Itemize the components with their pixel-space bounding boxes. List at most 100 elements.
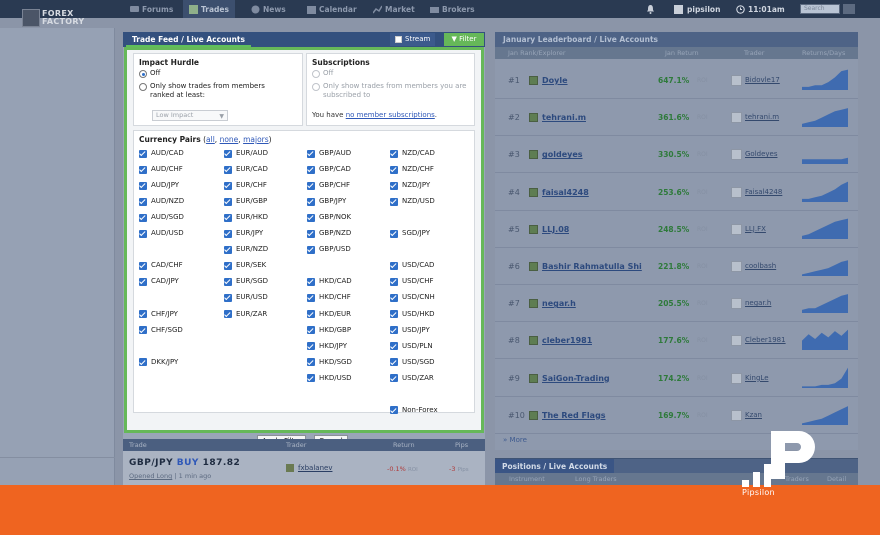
currency-pair-option[interactable]: NZD/CAD	[390, 149, 435, 158]
subs-subscribed-option[interactable]: Only show trades from members you are su…	[312, 82, 472, 100]
currency-pair-checkbox[interactable]	[139, 213, 147, 222]
leaderboard-row[interactable]: #6 Bashir Rahmatulla Shi 221.8% ROI coolbash	[495, 248, 858, 285]
nav-trades[interactable]: Trades	[183, 0, 235, 18]
user-menu[interactable]: pipsilon	[674, 0, 720, 18]
currency-pair-checkbox[interactable]	[307, 374, 315, 383]
currency-pair-option[interactable]: EUR/CHF	[224, 181, 267, 190]
leaderboard-row[interactable]: #4 faisal4248 253.6% ROI Faisal4248	[495, 174, 858, 211]
col-trader[interactable]: Trader	[744, 47, 764, 59]
subs-subscribed-radio[interactable]	[312, 83, 320, 91]
currency-pair-checkbox[interactable]	[307, 213, 315, 222]
trader-name-link[interactable]: Faisal4248	[745, 188, 782, 196]
currency-pair-option[interactable]: USD/SGD	[390, 358, 435, 367]
currency-pair-option[interactable]: NZD/JPY	[390, 181, 430, 190]
currency-pair-option[interactable]: AUD/CAD	[139, 149, 184, 158]
currency-pair-checkbox[interactable]	[139, 229, 147, 238]
tab-positions[interactable]: Positions / Live Accounts	[495, 459, 615, 474]
select-majors-link[interactable]: majors	[243, 135, 269, 144]
subs-off-radio[interactable]	[312, 70, 320, 78]
currency-pair-checkbox[interactable]	[307, 277, 315, 286]
currency-pair-checkbox[interactable]	[139, 261, 147, 270]
currency-pair-option[interactable]: SGD/JPY	[390, 229, 430, 238]
currency-pair-option[interactable]: USD/CAD	[390, 261, 434, 270]
currency-pair-checkbox[interactable]	[139, 181, 147, 190]
currency-pair-option[interactable]: HKD/GBP	[307, 326, 351, 335]
search-input[interactable]: Search	[800, 4, 840, 14]
leaderboard-row[interactable]: #10 The Red Flags 169.7% ROI Kzan	[495, 397, 858, 434]
currency-pair-checkbox[interactable]	[390, 149, 398, 158]
currency-pair-checkbox[interactable]	[390, 374, 398, 383]
currency-pair-checkbox[interactable]	[390, 229, 398, 238]
currency-pair-option[interactable]: AUD/SGD	[139, 213, 184, 222]
currency-pair-option[interactable]: GBP/CHF	[307, 181, 350, 190]
currency-pair-option[interactable]: CAD/CHF	[139, 261, 183, 270]
leaderboard-row[interactable]: #8 cleber1981 177.6% ROI Cleber1981	[495, 322, 858, 360]
currency-pair-checkbox[interactable]	[307, 245, 315, 254]
trader-link[interactable]: fxbalanev	[298, 464, 332, 472]
currency-pair-option[interactable]: NZD/CHF	[390, 165, 434, 174]
currency-pair-checkbox[interactable]	[390, 406, 398, 415]
currency-pair-checkbox[interactable]	[224, 149, 232, 158]
currency-pair-option[interactable]: USD/JPY	[390, 326, 430, 335]
explorer-name-link[interactable]: Doyle	[542, 76, 568, 85]
currency-pair-option[interactable]: GBP/JPY	[307, 197, 346, 206]
filter-button[interactable]: ▼ Filter	[444, 33, 484, 46]
currency-pair-option[interactable]: AUD/CHF	[139, 165, 183, 174]
currency-pair-checkbox[interactable]	[307, 181, 315, 190]
currency-pair-checkbox[interactable]	[390, 358, 398, 367]
trader-name-link[interactable]: Kzan	[745, 411, 762, 419]
currency-pair-checkbox[interactable]	[224, 310, 232, 318]
currency-pair-checkbox[interactable]	[139, 197, 147, 206]
explorer-name-link[interactable]: faisal4248	[542, 188, 589, 197]
site-logo[interactable]: FOREX FACTORY	[22, 6, 84, 30]
currency-pair-checkbox[interactable]	[139, 165, 147, 174]
currency-pair-option[interactable]: DKK/JPY	[139, 358, 178, 367]
currency-pair-checkbox[interactable]	[224, 213, 232, 222]
select-none-link[interactable]: none	[220, 135, 239, 144]
currency-pair-option[interactable]: EUR/SEK	[224, 261, 266, 270]
currency-pair-checkbox[interactable]	[307, 229, 315, 238]
currency-pair-option[interactable]: EUR/CAD	[224, 165, 268, 174]
currency-pair-checkbox[interactable]	[390, 181, 398, 190]
tab-trade-feed[interactable]: Trade Feed / Live Accounts	[126, 32, 251, 47]
currency-pair-checkbox[interactable]	[390, 310, 398, 318]
col-rank-explorer[interactable]: Jan Rank/Explorer	[508, 47, 566, 59]
currency-pair-checkbox[interactable]	[139, 326, 147, 335]
currency-pair-checkbox[interactable]	[307, 293, 315, 302]
trader-name-link[interactable]: Cleber1981	[745, 336, 786, 344]
currency-pair-option[interactable]: HKD/EUR	[307, 310, 351, 319]
explorer-name-link[interactable]: LLJ.08	[542, 225, 569, 234]
currency-pair-option[interactable]: EUR/GBP	[224, 197, 267, 206]
nav-calendar[interactable]: Calendar	[301, 0, 363, 18]
currency-pair-checkbox[interactable]	[307, 149, 315, 158]
currency-pair-checkbox[interactable]	[139, 358, 147, 367]
currency-pair-option[interactable]: EUR/ZAR	[224, 310, 267, 319]
currency-pair-option[interactable]: EUR/SGD	[224, 277, 268, 286]
leaderboard-row[interactable]: #3 goldeyes 330.5% ROI Goldeyes	[495, 136, 858, 174]
explorer-name-link[interactable]: The Red Flags	[542, 411, 606, 420]
trade-row[interactable]: GBP/JPY BUY 187.82 Opened Long | 1 min a…	[123, 451, 485, 485]
currency-pair-checkbox[interactable]	[307, 165, 315, 174]
currency-pair-option[interactable]: EUR/JPY	[224, 229, 263, 238]
currency-pair-option[interactable]: USD/ZAR	[390, 374, 434, 383]
currency-pair-option[interactable]: HKD/CHF	[307, 293, 351, 302]
currency-pair-option[interactable]: HKD/CAD	[307, 277, 352, 286]
more-link[interactable]: » More	[503, 436, 527, 444]
currency-pair-option[interactable]: CAD/JPY	[139, 277, 179, 286]
stream-toggle[interactable]: Stream	[390, 33, 436, 46]
nav-news[interactable]: News	[245, 0, 292, 18]
col-jan-return[interactable]: Jan Return	[665, 47, 699, 59]
currency-pair-option[interactable]: GBP/AUD	[307, 149, 351, 158]
currency-pair-checkbox[interactable]	[224, 165, 232, 174]
col-long-traders[interactable]: Long Traders	[575, 473, 617, 485]
impact-off-option[interactable]: Off	[139, 69, 160, 78]
currency-pair-option[interactable]: EUR/HKD	[224, 213, 268, 222]
currency-pair-option[interactable]: HKD/SGD	[307, 358, 352, 367]
impact-off-radio[interactable]	[139, 70, 147, 78]
currency-pair-checkbox[interactable]	[307, 358, 315, 367]
subs-off-option[interactable]: Off	[312, 69, 333, 78]
nav-brokers[interactable]: Brokers	[424, 0, 481, 18]
leaderboard-row[interactable]: #7 negar.h 205.5% ROI negar.h	[495, 285, 858, 323]
currency-pair-checkbox[interactable]	[390, 165, 398, 174]
currency-pair-option[interactable]: AUD/USD	[139, 229, 184, 238]
